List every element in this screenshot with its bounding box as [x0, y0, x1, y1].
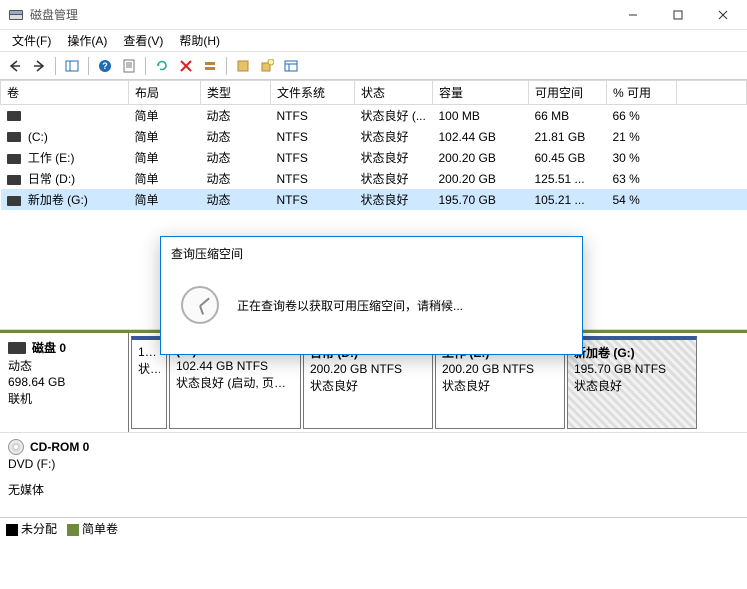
forward-button[interactable]: [28, 55, 50, 77]
cdrom-media: 无媒体: [8, 481, 739, 498]
cdrom-title: CD-ROM 0: [30, 440, 89, 454]
col-free[interactable]: 可用空间: [529, 81, 607, 105]
volume-icon: [7, 196, 21, 206]
partition-size: 200.20 GB NTFS: [310, 362, 426, 376]
minimize-button[interactable]: [610, 0, 655, 29]
disk0-info: 磁盘 0 动态 698.64 GB 联机: [0, 333, 129, 432]
partition-size: 200.20 GB NTFS: [442, 362, 558, 376]
close-button[interactable]: [700, 0, 745, 29]
col-type[interactable]: 类型: [201, 81, 271, 105]
table-row[interactable]: 新加卷 (G:)简单动态NTFS状态良好195.70 GB105.21 ...5…: [1, 189, 747, 210]
partition-status: 状态良好: [310, 377, 426, 394]
partition-size: 195.70 GB NTFS: [574, 362, 690, 376]
partition-size: 102.44 GB NTFS: [176, 359, 294, 373]
dialog-title: 查询压缩空间: [161, 237, 582, 268]
disk0-title: 磁盘 0: [32, 339, 66, 356]
cdrom-drive: DVD (F:): [8, 457, 739, 471]
maximize-button[interactable]: [655, 0, 700, 29]
col-status[interactable]: 状态: [355, 81, 433, 105]
menu-help[interactable]: 帮助(H): [171, 30, 228, 51]
col-volume[interactable]: 卷: [1, 81, 129, 105]
cdrom-panel: CD-ROM 0 DVD (F:) 无媒体: [0, 432, 747, 517]
table-header-row: 卷 布局 类型 文件系统 状态 容量 可用空间 % 可用: [1, 81, 747, 105]
cd-icon: [8, 439, 24, 455]
querying-dialog: 查询压缩空间 正在查询卷以获取可用压缩空间，请稍候...: [160, 236, 583, 355]
properties-button[interactable]: [118, 55, 140, 77]
menubar: 文件(F) 操作(A) 查看(V) 帮助(H): [0, 30, 747, 52]
volume-icon: [7, 132, 21, 142]
partition-name: 新加卷 (G:): [574, 344, 690, 361]
window-title: 磁盘管理: [30, 6, 610, 23]
table-row[interactable]: 简单动态NTFS状态良好 (...100 MB66 MB66 %: [1, 105, 747, 127]
disk0-status: 联机: [8, 390, 120, 407]
partition[interactable]: 新加卷 (G:)195.70 GB NTFS状态良好: [567, 336, 697, 429]
table-row[interactable]: 工作 (E:)简单动态NTFS状态良好200.20 GB60.45 GB30 %: [1, 147, 747, 168]
titlebar: 磁盘管理: [0, 0, 747, 30]
refresh-button[interactable]: [151, 55, 173, 77]
col-percent[interactable]: % 可用: [607, 81, 677, 105]
disk-list-button[interactable]: [199, 55, 221, 77]
toolbar: ?: [0, 52, 747, 80]
disk0-size: 698.64 GB: [8, 375, 120, 389]
partition-status: 状态良好 (启动, 页面文: [176, 374, 294, 391]
disk0-type: 动态: [8, 357, 120, 374]
col-fs[interactable]: 文件系统: [271, 81, 355, 105]
list-view-button[interactable]: [280, 55, 302, 77]
back-button[interactable]: [4, 55, 26, 77]
partition-status: 状态良: [138, 360, 160, 377]
table-row[interactable]: (C:)简单动态NTFS状态良好102.44 GB21.81 GB21 %: [1, 126, 747, 147]
col-capacity[interactable]: 容量: [433, 81, 529, 105]
disk-icon: [8, 342, 26, 354]
col-layout[interactable]: 布局: [129, 81, 201, 105]
dialog-message: 正在查询卷以获取可用压缩空间，请稍候...: [237, 297, 463, 314]
legend-unallocated: 未分配: [6, 520, 57, 537]
svg-text:?: ?: [102, 61, 108, 71]
legend: 未分配 简单卷: [0, 517, 747, 539]
show-hide-tree-button[interactable]: [61, 55, 83, 77]
new-partition-button[interactable]: [256, 55, 278, 77]
partition-status: 状态良好: [574, 377, 690, 394]
volume-icon: [7, 111, 21, 121]
legend-simple: 简单卷: [67, 520, 118, 537]
help-button[interactable]: ?: [94, 55, 116, 77]
partition-size: 100 M: [138, 345, 160, 359]
volume-icon: [7, 154, 21, 164]
col-spacer: [677, 81, 747, 105]
menu-file[interactable]: 文件(F): [4, 30, 59, 51]
partition-status: 状态良好: [442, 377, 558, 394]
menu-action[interactable]: 操作(A): [59, 30, 115, 51]
table-row[interactable]: 日常 (D:)简单动态NTFS状态良好200.20 GB125.51 ...63…: [1, 168, 747, 189]
delete-button[interactable]: [175, 55, 197, 77]
volume-icon: [7, 175, 21, 185]
clock-icon: [181, 286, 219, 324]
menu-view[interactable]: 查看(V): [115, 30, 171, 51]
settings-button[interactable]: [232, 55, 254, 77]
app-icon: [8, 7, 24, 23]
